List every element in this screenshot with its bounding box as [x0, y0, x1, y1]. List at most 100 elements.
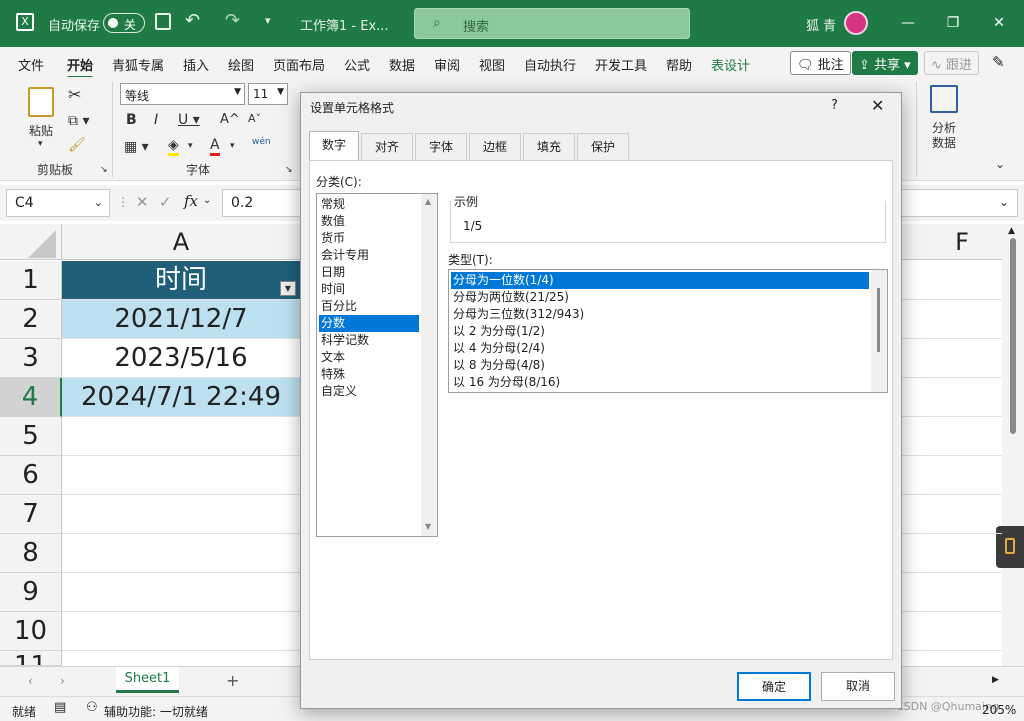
row-header[interactable]: 10	[0, 612, 62, 651]
category-list[interactable]: 常规 数值 货币 会计专用 日期 时间 百分比 分数 科学记数 文本 特殊 自定…	[316, 193, 438, 537]
save-icon[interactable]	[155, 13, 171, 30]
type-item[interactable]: 分母为两位数(21/25)	[451, 289, 869, 306]
list-item-selected[interactable]: 分数	[319, 315, 419, 332]
select-all-corner[interactable]	[0, 224, 62, 260]
list-item[interactable]: 数值	[319, 213, 419, 230]
row-header[interactable]: 5	[0, 417, 62, 456]
ok-button[interactable]: 确定	[737, 672, 811, 701]
list-item[interactable]: 自定义	[319, 383, 419, 400]
undo-icon[interactable]: ↶	[185, 10, 200, 31]
row-header[interactable]: 11	[0, 651, 62, 666]
menu-review[interactable]: 审阅	[434, 55, 460, 74]
format-painter-icon[interactable]: 🖌	[68, 137, 86, 153]
customize-qat-icon[interactable]: ▾	[265, 14, 271, 27]
underline-icon[interactable]: U ▾	[178, 112, 200, 128]
column-header-f[interactable]: F	[922, 224, 1002, 260]
tab-font[interactable]: 字体	[415, 133, 467, 161]
zoom-level[interactable]: 205%	[982, 703, 1016, 717]
scroll-right-icon[interactable]: ▶	[992, 675, 999, 685]
table-cell[interactable]: 2021/12/7	[62, 300, 300, 338]
restore-icon[interactable]: ❐	[938, 10, 968, 36]
list-item[interactable]: 时间	[319, 281, 419, 298]
menu-view[interactable]: 视图	[479, 55, 505, 74]
menu-formulas[interactable]: 公式	[344, 55, 370, 74]
accessibility-icon[interactable]: ⚇	[86, 700, 98, 715]
table-cell[interactable]: 2024/7/1 22:49	[62, 378, 300, 416]
share-button[interactable]: ⇪ 共享 ▾	[852, 51, 918, 75]
type-item[interactable]: 分母为三位数(312/943)	[451, 306, 869, 323]
macro-record-icon[interactable]: ▤	[54, 700, 66, 715]
font-color-icon[interactable]: A	[210, 137, 220, 156]
paste-dropdown-icon[interactable]: ▾	[38, 139, 43, 149]
type-scrollbar[interactable]	[871, 270, 887, 392]
paste-icon[interactable]	[28, 87, 54, 117]
collapse-ribbon-icon[interactable]: ⌄	[995, 157, 1005, 171]
expand-formula-icon[interactable]: ⌄	[999, 195, 1009, 209]
font-name-select[interactable]: 等线 ▼	[120, 83, 245, 105]
shrink-font-icon[interactable]: A˅	[248, 112, 261, 125]
row-header[interactable]: 3	[0, 339, 62, 378]
tab-border[interactable]: 边框	[469, 133, 521, 161]
enter-formula-icon[interactable]: ✓	[159, 193, 172, 211]
category-scrollbar[interactable]: ▲ ▼	[421, 194, 437, 536]
menu-home[interactable]: 开始	[67, 55, 94, 79]
menu-page-layout[interactable]: 页面布局	[273, 55, 325, 74]
scroll-up-icon[interactable]: ▲	[1008, 226, 1015, 236]
type-item[interactable]: 以 8 为分母(4/8)	[451, 357, 869, 374]
row-header[interactable]: 7	[0, 495, 62, 534]
pen-icon[interactable]: ✎	[992, 53, 1005, 71]
menu-help[interactable]: 帮助	[666, 55, 692, 74]
scrollbar-thumb[interactable]	[877, 288, 880, 352]
cancel-formula-icon[interactable]: ✕	[136, 193, 149, 211]
row-header[interactable]: 6	[0, 456, 62, 495]
scroll-down-icon[interactable]: ▼	[425, 522, 431, 531]
fill-dropdown-icon[interactable]: ▾	[188, 141, 193, 151]
fill-color-icon[interactable]: ◈	[168, 137, 179, 156]
scroll-up-icon[interactable]: ▲	[425, 197, 431, 206]
name-box[interactable]: C4 ⌄	[6, 189, 110, 217]
borders-icon[interactable]: ▦ ▾	[124, 139, 149, 155]
menu-draw[interactable]: 绘图	[228, 55, 254, 74]
close-dialog-icon[interactable]: ✕	[871, 96, 884, 115]
autosave-toggle[interactable]: 关	[103, 13, 145, 33]
cancel-button[interactable]: 取消	[821, 672, 895, 701]
type-item[interactable]: 以 4 为分母(2/4)	[451, 340, 869, 357]
type-list[interactable]: 分母为一位数(1/4) 分母为两位数(21/25) 分母为三位数(312/943…	[448, 269, 888, 393]
list-item[interactable]: 百分比	[319, 298, 419, 315]
tab-fill[interactable]: 填充	[523, 133, 575, 161]
row-header[interactable]: 1	[0, 261, 62, 300]
tab-number[interactable]: 数字	[309, 131, 359, 161]
phonetic-icon[interactable]: wén	[252, 137, 271, 147]
dialog-launcher-icon[interactable]: ↘	[100, 165, 108, 175]
type-item[interactable]: 以 2 为分母(1/2)	[451, 323, 869, 340]
avatar[interactable]	[844, 11, 868, 35]
font-color-dropdown-icon[interactable]: ▾	[230, 141, 235, 151]
more-icon[interactable]: ⋮	[117, 195, 129, 209]
sheet-tab-sheet1[interactable]: Sheet1	[116, 667, 179, 693]
dialog-launcher-icon[interactable]: ↘	[285, 165, 293, 175]
scrollbar-thumb[interactable]	[1010, 238, 1016, 434]
menu-data[interactable]: 数据	[389, 55, 415, 74]
menu-table-design[interactable]: 表设计	[711, 55, 750, 74]
list-item[interactable]: 科学记数	[319, 332, 419, 349]
user-name[interactable]: 狐 青	[806, 15, 836, 34]
search-box[interactable]: ⌕ 搜索	[414, 8, 690, 39]
filter-dropdown-icon[interactable]: ▼	[280, 281, 296, 296]
paste-label[interactable]: 粘贴	[29, 122, 53, 139]
menu-insert[interactable]: 插入	[183, 55, 209, 74]
next-sheet-icon[interactable]: ›	[60, 674, 65, 688]
cut-icon[interactable]: ✂	[68, 85, 81, 104]
menu-automate[interactable]: 自动执行	[524, 55, 576, 74]
fx-chevron-icon[interactable]: ⌄	[203, 195, 211, 206]
list-item[interactable]: 会计专用	[319, 247, 419, 264]
menu-custom[interactable]: 青狐专属	[112, 55, 164, 74]
comment-button[interactable]: 🗨 批注	[790, 51, 851, 75]
list-item[interactable]: 特殊	[319, 366, 419, 383]
follow-button[interactable]: ∿ 跟进	[924, 51, 980, 75]
prev-sheet-icon[interactable]: ‹	[28, 674, 33, 688]
add-sheet-icon[interactable]: +	[226, 671, 239, 690]
help-button[interactable]: ?	[831, 98, 838, 113]
type-item-selected[interactable]: 分母为一位数(1/4)	[451, 272, 869, 289]
font-size-select[interactable]: 11 ▼	[248, 83, 288, 105]
accessibility-status[interactable]: 辅助功能: 一切就绪	[104, 703, 208, 720]
